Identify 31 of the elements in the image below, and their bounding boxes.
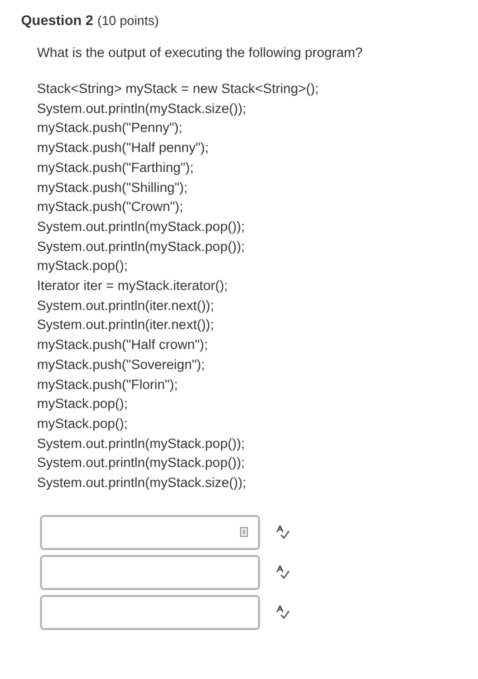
question-title: Question 2 — [21, 11, 94, 30]
spellcheck-icon[interactable] — [276, 565, 290, 580]
code-line: Iterator iter = myStack.iterator(); — [37, 277, 228, 296]
code-line: myStack.push("Shilling"); — [37, 178, 188, 197]
code-line: Stack<String> myStack = new Stack<String>(); — [37, 80, 319, 98]
code-line: myStack.pop(); — [37, 257, 128, 276]
spellcheck-icon[interactable] — [276, 605, 290, 620]
code-line: System.out.println(myStack.size()); — [37, 100, 246, 118]
answer-field[interactable] — [40, 554, 260, 590]
code-line: System.out.println(myStack.size()); — [37, 474, 246, 492]
code-line: System.out.println(myStack.pop()); — [37, 454, 245, 472]
question-prompt: What is the output of executing the following program? — [37, 44, 364, 62]
code-line: System.out.println(myStack.pop()); — [37, 434, 245, 453]
code-line: myStack.push("Florin"); — [37, 376, 178, 394]
code-line: myStack.pop(); — [37, 395, 128, 414]
keyboard-icon[interactable] — [240, 527, 248, 538]
code-line: System.out.println(iter.next()); — [37, 296, 214, 315]
code-line: myStack.push("Half crown"); — [37, 336, 208, 354]
answer-field[interactable] — [40, 514, 260, 550]
code-line: myStack.push("Sovereign"); — [37, 356, 205, 374]
code-line: myStack.push("Crown"); — [37, 198, 184, 216]
code-line: System.out.println(myStack.pop()); — [37, 238, 245, 256]
code-line: myStack.push("Penny"); — [37, 119, 182, 138]
code-line: System.out.println(iter.next()); — [37, 316, 214, 334]
answer-field[interactable] — [40, 594, 260, 630]
code-line: myStack.push("Farthing"); — [37, 158, 194, 177]
spellcheck-icon[interactable] — [276, 525, 290, 540]
code-line: System.out.println(myStack.pop()); — [37, 218, 245, 236]
code-line: myStack.pop(); — [37, 414, 128, 433]
points-label: (10 points) — [97, 12, 159, 30]
code-line: myStack.push("Half penny"); — [37, 139, 209, 158]
